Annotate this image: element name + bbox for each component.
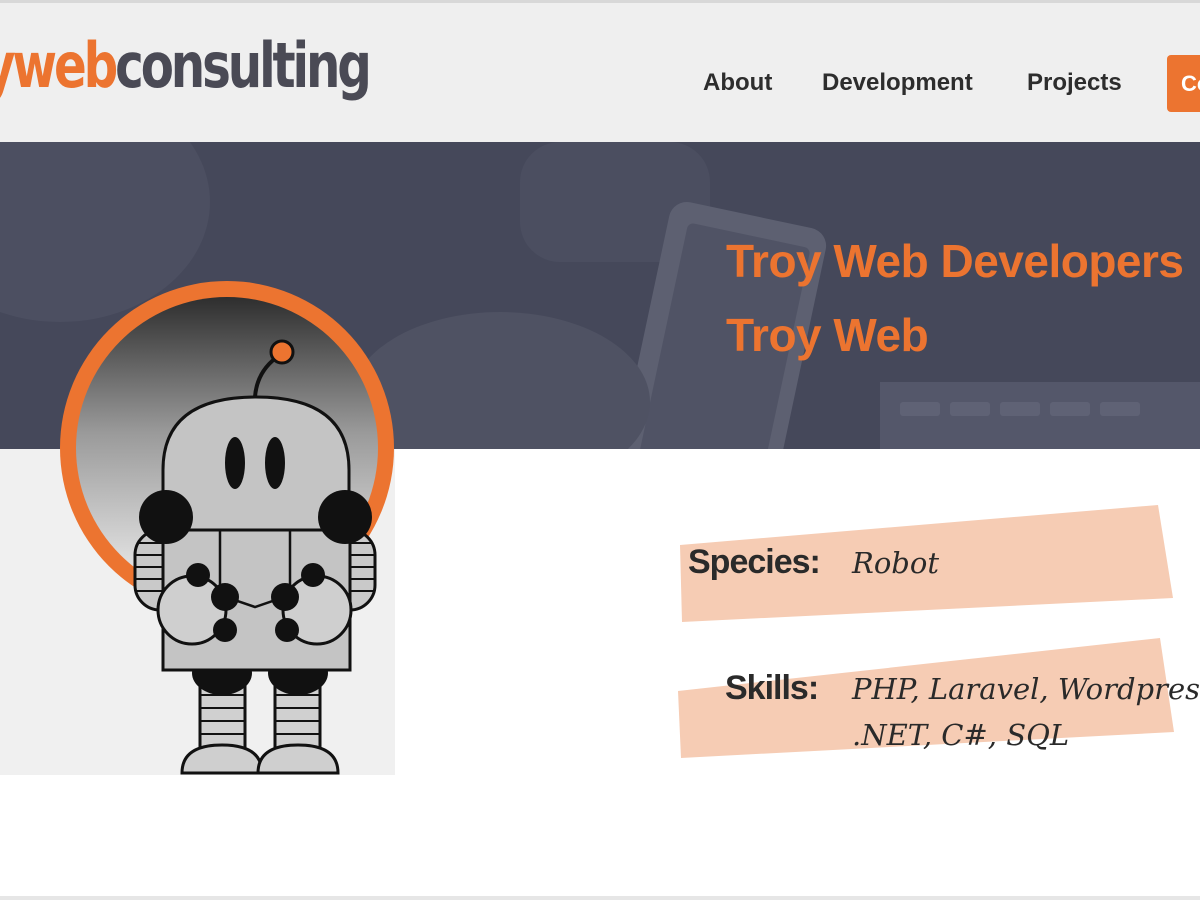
- site-logo[interactable]: ywebconsulting: [0, 35, 372, 97]
- site-header: ywebconsulting About Development Project…: [0, 0, 1200, 142]
- robot-mascot-icon: [60, 281, 394, 775]
- nav-about-link[interactable]: About: [703, 69, 772, 97]
- skills-value-line-2: .NET, C#, SQL: [852, 718, 1070, 752]
- skills-value-line-1: PHP, Laravel, Wordpress,: [852, 672, 1200, 706]
- logo-part-web: web: [12, 29, 118, 102]
- skills-label: Skills:: [725, 669, 819, 707]
- hero-title-line-1: Troy Web Developers: [726, 235, 1184, 287]
- bottom-divider: [0, 896, 1200, 900]
- nav-contact-button[interactable]: Co: [1167, 55, 1200, 112]
- species-label: Species:: [688, 543, 821, 581]
- logo-part-consulting: consulting: [115, 29, 372, 102]
- nav-development-link[interactable]: Development: [822, 69, 973, 97]
- species-value: Robot: [852, 546, 939, 580]
- page: ywebconsulting About Development Project…: [0, 0, 1200, 900]
- logo-part-a: y: [0, 29, 16, 102]
- hero-title-line-2: Troy Web: [726, 309, 929, 361]
- nav-projects-link[interactable]: Projects: [1027, 69, 1122, 97]
